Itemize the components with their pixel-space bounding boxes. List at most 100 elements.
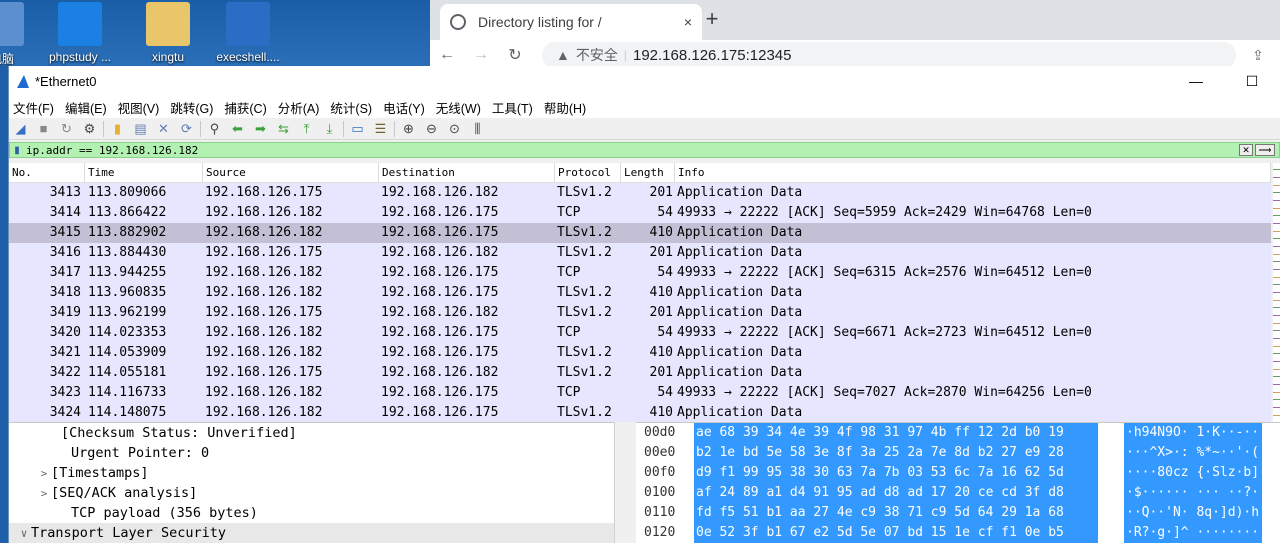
bytes-row[interactable]: 0120 0e 52 3f b1 67 e2 5d 5e 07 bd 15 1e … <box>636 523 1280 543</box>
detail-text: Urgent Pointer: 0 <box>71 445 210 461</box>
packet-cell-len: 410 <box>649 225 673 240</box>
menu-item[interactable]: 编辑(E) <box>65 98 107 117</box>
packet-cell-info: Application Data <box>677 405 803 420</box>
auto-scroll-icon[interactable]: ▭ <box>348 120 367 138</box>
bytes-row[interactable]: 0110 fd f5 51 b1 aa 27 4e c9 38 71 c9 5d … <box>636 503 1280 523</box>
capture-options-icon[interactable]: ⚙ <box>80 120 99 138</box>
start-capture-icon[interactable]: ◢ <box>11 120 30 138</box>
close-file-icon[interactable]: ✕ <box>154 120 173 138</box>
clear-filter-icon[interactable]: ✕ <box>1239 144 1253 156</box>
column-header[interactable]: Time <box>85 163 203 182</box>
zoom-reset-icon[interactable]: ⊙ <box>445 120 464 138</box>
go-forward-icon[interactable]: ➡ <box>251 120 270 138</box>
column-header[interactable]: Protocol <box>555 163 621 182</box>
detail-row[interactable]: Urgent Pointer: 0 <box>9 443 614 463</box>
stop-capture-icon[interactable]: ■ <box>34 120 53 138</box>
menu-item[interactable]: 分析(A) <box>278 98 320 117</box>
menu-item[interactable]: 电话(Y) <box>383 98 425 117</box>
bytes-row[interactable]: 00f0 d9 f1 99 95 38 30 63 7a 7b 03 53 6c … <box>636 463 1280 483</box>
packet-row[interactable]: 3415 113.882902 192.168.126.182 192.168.126… <box>9 223 1271 243</box>
packet-row[interactable]: 3424 114.148075 192.168.126.182 192.168.126… <box>9 403 1271 423</box>
bytes-offset: 0100 <box>644 485 676 500</box>
packet-cell-src: 192.168.126.182 <box>205 285 323 300</box>
packet-row[interactable]: 3419 113.962199 192.168.126.175 192.168.126… <box>9 303 1271 323</box>
packet-cell-dst: 192.168.126.175 <box>381 205 499 220</box>
display-filter-input[interactable]: ip.addr == 192.168.126.182 <box>24 144 1239 157</box>
new-tab-button[interactable]: + <box>702 6 722 32</box>
packet-row[interactable]: 3414 113.866422 192.168.126.182 192.168.126… <box>9 203 1271 223</box>
zoom-in-icon[interactable]: ⊕ <box>399 120 418 138</box>
packet-row[interactable]: 3421 114.053909 192.168.126.182 192.168.126… <box>9 343 1271 363</box>
menu-item[interactable]: 跳转(G) <box>170 98 213 117</box>
reload-file-icon[interactable]: ⟳ <box>177 120 196 138</box>
desktop-icon[interactable]: phpstudy ... <box>40 0 120 66</box>
menu-item[interactable]: 文件(F) <box>13 98 54 117</box>
share-icon[interactable]: ⇪ <box>1236 47 1280 64</box>
column-header[interactable]: No. <box>9 163 85 182</box>
packet-cell-proto: TLSv1.2 <box>557 405 612 420</box>
url-field[interactable]: ▲ 不安全 | 192.168.126.175:12345 <box>542 42 1236 68</box>
packet-cell-time: 113.882902 <box>88 225 167 240</box>
open-file-icon[interactable]: ▮ <box>108 120 127 138</box>
expand-arrow-icon[interactable]: > <box>37 464 51 484</box>
expand-arrow-icon[interactable]: > <box>37 484 51 504</box>
desktop-icon[interactable]: execshell.... <box>208 0 288 66</box>
column-header[interactable]: Source <box>203 163 379 182</box>
packet-row[interactable]: 3413 113.809066 192.168.126.175 192.168.126… <box>9 183 1271 203</box>
packet-cell-len: 410 <box>649 405 673 420</box>
go-first-icon[interactable]: ⤒ <box>297 120 316 138</box>
back-icon[interactable]: ← <box>430 46 464 64</box>
detail-text: [Checksum Status: Unverified] <box>61 425 297 441</box>
bytes-row[interactable]: 00d0 ae 68 39 34 4e 39 4f 98 31 97 4b ff … <box>636 423 1280 443</box>
forward-icon[interactable]: → <box>464 46 498 64</box>
details-scrollbar[interactable] <box>614 422 636 543</box>
go-last-icon[interactable]: ⤓ <box>320 120 339 138</box>
packet-row[interactable]: 3417 113.944255 192.168.126.182 192.168.126… <box>9 263 1271 283</box>
detail-row[interactable]: [Checksum Status: Unverified] <box>9 423 614 443</box>
menu-item[interactable]: 捕获(C) <box>224 98 266 117</box>
close-tab-icon[interactable]: × <box>684 14 692 30</box>
desktop-icon[interactable]: xingtu <box>128 0 208 66</box>
column-header[interactable]: Length <box>621 163 675 182</box>
browser-tab[interactable]: Directory listing for / × <box>440 4 702 40</box>
zoom-out-icon[interactable]: ⊖ <box>422 120 441 138</box>
packet-row[interactable]: 3422 114.055181 192.168.126.175 192.168.126… <box>9 363 1271 383</box>
window-title: *Ethernet0 <box>35 73 97 89</box>
packet-cell-no: 3418 <box>49 285 81 300</box>
packet-row[interactable]: 3420 114.023353 192.168.126.182 192.168.126… <box>9 323 1271 343</box>
menu-item[interactable]: 统计(S) <box>330 98 372 117</box>
go-to-packet-icon[interactable]: ⇆ <box>274 120 293 138</box>
bytes-hex: ae 68 39 34 4e 39 4f 98 31 97 4b ff 12 2… <box>694 423 1098 443</box>
packet-cell-no: 3421 <box>49 345 81 360</box>
packet-row[interactable]: 3418 113.960835 192.168.126.182 192.168.126… <box>9 283 1271 303</box>
detail-row[interactable]: > [Timestamps] <box>9 463 614 483</box>
maximize-button[interactable]: ☐ <box>1224 73 1280 90</box>
menu-item[interactable]: 帮助(H) <box>544 98 586 117</box>
detail-row[interactable]: > [SEQ/ACK analysis] <box>9 483 614 503</box>
desktop-icon[interactable]: 电脑 <box>0 0 42 66</box>
packet-row[interactable]: 3416 113.884430 192.168.126.175 192.168.126… <box>9 243 1271 263</box>
menu-item[interactable]: 视图(V) <box>118 98 160 117</box>
packet-row[interactable]: 3423 114.116733 192.168.126.182 192.168.126… <box>9 383 1271 403</box>
detail-row[interactable]: ∨ Transport Layer Security <box>9 523 614 543</box>
save-file-icon[interactable]: ▤ <box>131 120 150 138</box>
restart-capture-icon[interactable]: ↻ <box>57 120 76 138</box>
bytes-row[interactable]: 00e0 b2 1e bd 5e 58 3e 8f 3a 25 2a 7e 8d … <box>636 443 1280 463</box>
column-header[interactable]: Destination <box>379 163 555 182</box>
bytes-row[interactable]: 0100 af 24 89 a1 d4 91 95 ad d8 ad 17 20 … <box>636 483 1280 503</box>
bookmark-icon[interactable]: ▮ <box>10 143 24 157</box>
resize-columns-icon[interactable]: ⫼ <box>468 120 487 138</box>
packet-cell-dst: 192.168.126.175 <box>381 345 499 360</box>
bytes-offset: 00d0 <box>644 425 676 440</box>
menu-item[interactable]: 工具(T) <box>492 98 533 117</box>
expand-arrow-icon[interactable]: ∨ <box>17 524 31 543</box>
reload-icon[interactable]: ↻ <box>498 45 532 65</box>
menu-item[interactable]: 无线(W) <box>436 98 481 117</box>
detail-row[interactable]: TCP payload (356 bytes) <box>9 503 614 523</box>
column-header[interactable]: Info <box>675 163 1271 182</box>
go-back-icon[interactable]: ⬅ <box>228 120 247 138</box>
colorize-icon[interactable]: ☰ <box>371 120 390 138</box>
minimize-button[interactable]: — <box>1168 73 1224 89</box>
apply-filter-icon[interactable]: ⟶ <box>1255 144 1275 156</box>
find-packet-icon[interactable]: ⚲ <box>205 120 224 138</box>
